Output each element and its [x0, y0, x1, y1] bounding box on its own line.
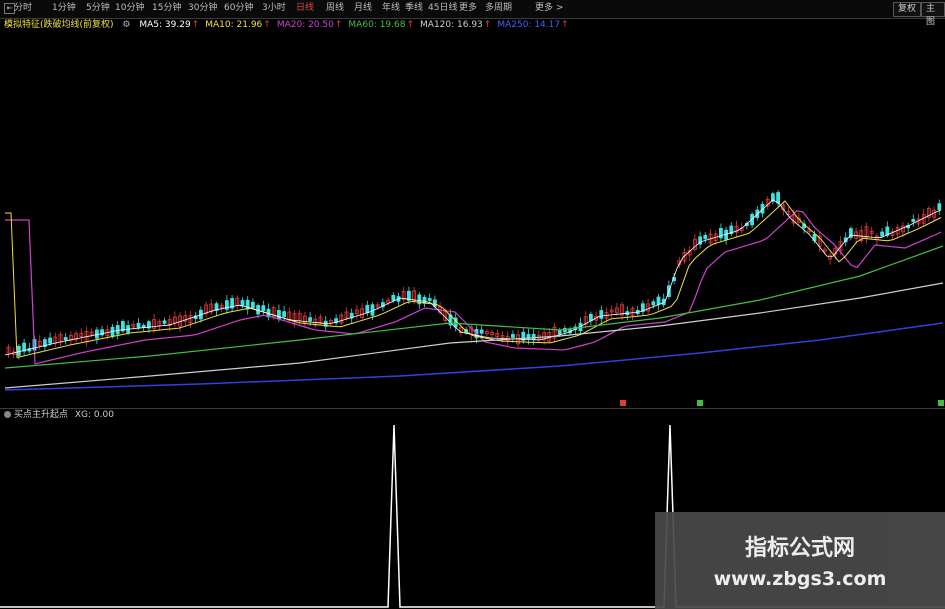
- candle: [16, 345, 21, 356]
- period-button[interactable]: 多周期: [485, 2, 512, 15]
- candle: [880, 231, 884, 237]
- candle: [719, 227, 723, 239]
- candle: [557, 330, 562, 335]
- candle: [911, 218, 916, 222]
- candle: [391, 295, 396, 301]
- watermark: 指标公式网 www.zbgs3.com: [655, 512, 945, 609]
- period-button[interactable]: 45日线: [428, 2, 457, 15]
- candle: [261, 305, 266, 312]
- candle: [250, 301, 255, 309]
- period-button[interactable]: 更多: [459, 2, 477, 15]
- period-button[interactable]: 更多 >: [535, 2, 563, 15]
- period-button[interactable]: 分时: [14, 2, 32, 15]
- adjust-button[interactable]: 复权: [893, 2, 922, 17]
- candle: [48, 337, 52, 344]
- candle: [141, 324, 146, 328]
- candle: [656, 296, 661, 305]
- kline-chart[interactable]: [0, 18, 945, 410]
- candle: [937, 203, 942, 210]
- candle: [115, 325, 120, 335]
- candle: [365, 304, 370, 314]
- candle: [282, 311, 287, 317]
- watermark-title: 指标公式网: [744, 536, 855, 561]
- candle: [136, 322, 141, 328]
- period-button[interactable]: 年线: [382, 2, 400, 15]
- period-button[interactable]: 3小时: [262, 2, 286, 15]
- period-button[interactable]: 5分钟: [86, 2, 110, 15]
- period-button[interactable]: 1分钟: [52, 2, 76, 15]
- period-button[interactable]: 10分钟: [115, 2, 144, 15]
- period-toolbar: ⇤ 分时 1分钟 5分钟 10分钟 15分钟 30分钟 60分钟 3小时 日线 周线 月线 年线 季线 4…: [0, 0, 945, 27]
- candle: [703, 234, 708, 240]
- candle: [531, 333, 536, 340]
- candle: [63, 337, 68, 341]
- period-button[interactable]: 15分钟: [152, 2, 181, 15]
- candle: [308, 317, 313, 322]
- candle: [479, 329, 484, 334]
- period-button[interactable]: 季线: [405, 2, 423, 15]
- signal-marker: [697, 400, 703, 406]
- period-button[interactable]: 60分钟: [224, 2, 253, 15]
- watermark-url: www.zbgs3.com: [713, 568, 887, 590]
- period-button[interactable]: 月线: [354, 2, 372, 15]
- period-button[interactable]: 日线: [296, 2, 314, 15]
- signal-marker: [938, 400, 944, 406]
- candle: [427, 298, 432, 301]
- main-chart-button[interactable]: 主图: [921, 2, 945, 27]
- period-button[interactable]: 30分钟: [188, 2, 217, 15]
- pane-divider[interactable]: [0, 408, 945, 409]
- ma20-line: [5, 210, 942, 365]
- candle: [776, 192, 780, 204]
- candle: [510, 333, 515, 338]
- candle: [589, 313, 593, 322]
- candle: [276, 310, 281, 320]
- candle: [651, 301, 656, 306]
- candle: [240, 300, 245, 307]
- period-button[interactable]: 周线: [326, 2, 344, 15]
- candle: [162, 320, 167, 324]
- signal-marker: [620, 400, 626, 406]
- candle: [599, 310, 604, 319]
